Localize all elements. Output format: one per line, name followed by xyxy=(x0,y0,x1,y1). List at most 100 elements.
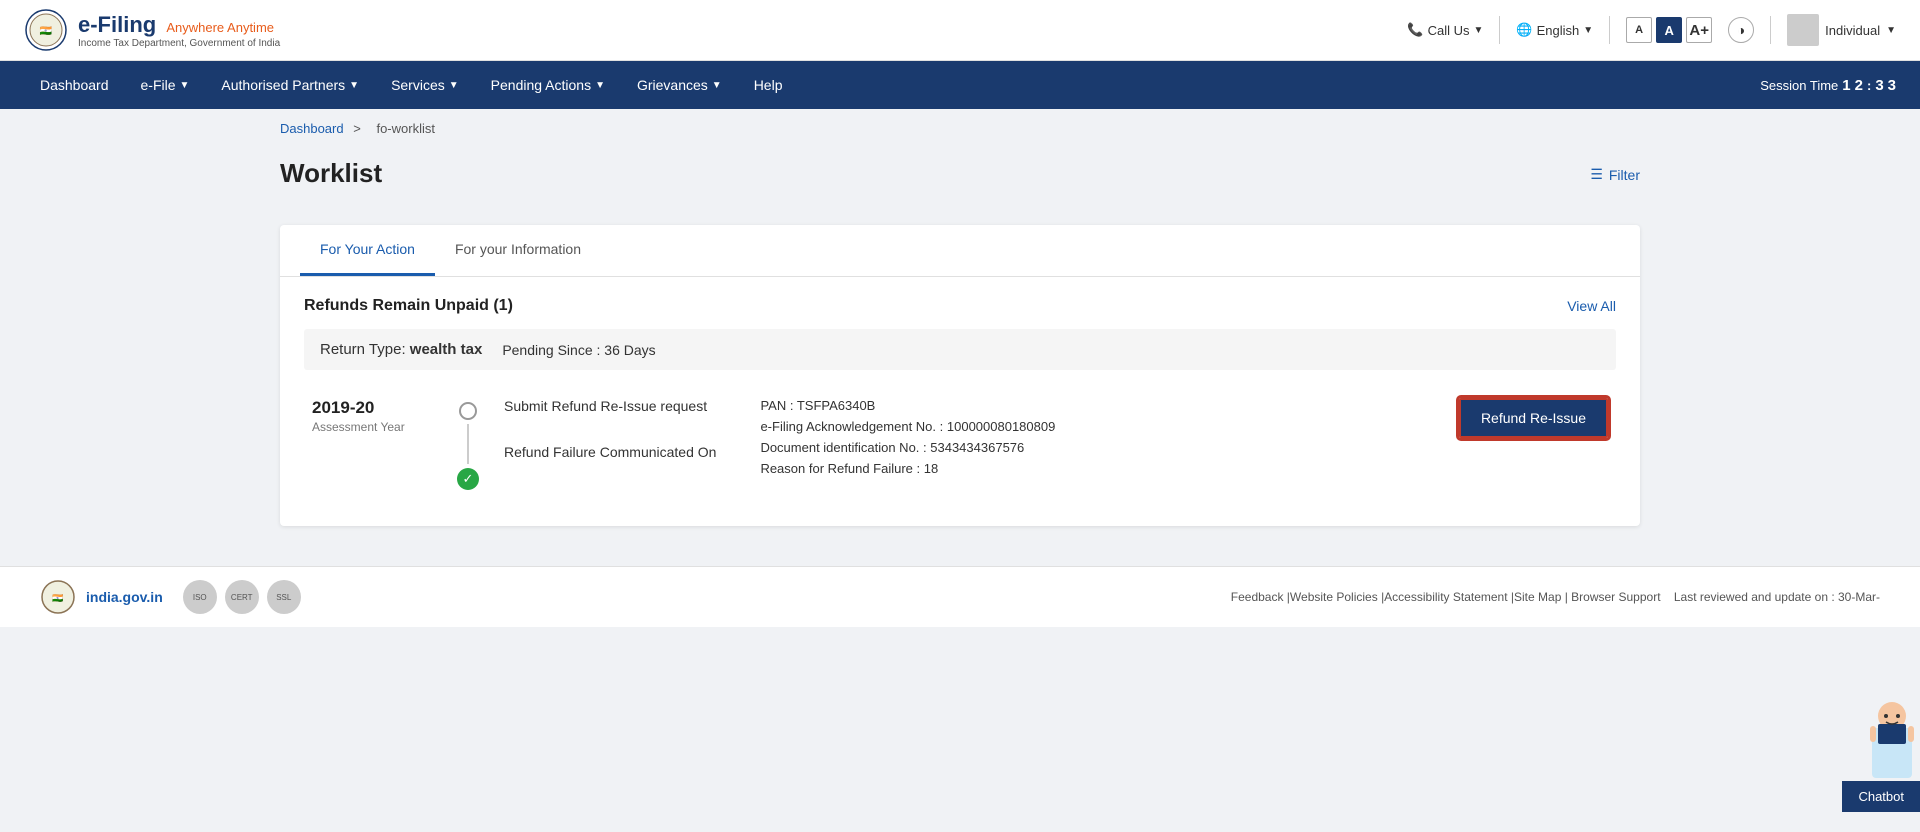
language-label: English xyxy=(1537,23,1580,38)
svg-text:🇮🇳: 🇮🇳 xyxy=(52,593,63,603)
chevron-down-icon: ▼ xyxy=(180,80,190,91)
reason-value: 18 xyxy=(924,461,938,476)
pan-label: PAN : xyxy=(760,398,793,413)
doc-id-line: Document identification No. : 5343434367… xyxy=(760,440,1435,455)
steps-area: Submit Refund Re-Issue request Refund Fa… xyxy=(504,398,716,460)
breadcrumb-home[interactable]: Dashboard xyxy=(280,121,344,136)
chatbot-avatar-icon xyxy=(1864,698,1920,778)
step1-label: Submit Refund Re-Issue request xyxy=(504,398,716,414)
page-title: Worklist xyxy=(280,158,382,189)
chatbot-button[interactable]: Chatbot xyxy=(1842,781,1920,812)
pending-since-label: Pending Since : xyxy=(502,342,600,358)
logo-efiling: e-Filing xyxy=(78,12,156,37)
year-area: 2019-20 Assessment Year xyxy=(312,398,432,434)
footer-badges: ISO CERT SSL xyxy=(183,580,301,614)
view-all-link[interactable]: View All xyxy=(1567,298,1616,314)
pan-line: PAN : TSFPA6340B xyxy=(760,398,1435,413)
session-time: Session Time 1 2 : 3 3 xyxy=(1760,77,1896,94)
filter-btn[interactable]: ☰ Filter xyxy=(1590,166,1640,183)
breadcrumb-separator: > xyxy=(353,121,361,136)
footer-bar: 🇮🇳 india.gov.in ISO CERT SSL Feedback |W… xyxy=(0,566,1920,627)
nav-bar: Dashboard e-File ▼ Authorised Partners ▼… xyxy=(0,61,1920,109)
doc-id-label: Document identification No. : xyxy=(760,440,926,455)
timeline: ✓ xyxy=(456,402,480,490)
return-type-value: wealth tax xyxy=(410,341,483,358)
nav-dashboard-label: Dashboard xyxy=(40,77,109,93)
nav-dashboard[interactable]: Dashboard xyxy=(24,61,125,109)
section-header: Refunds Remain Unpaid (1) View All xyxy=(304,297,1616,315)
logo-sub: Income Tax Department, Government of Ind… xyxy=(78,38,280,49)
user-area[interactable]: Individual ▼ xyxy=(1787,14,1896,46)
step2-label: Refund Failure Communicated On xyxy=(504,444,716,460)
user-name: Individual xyxy=(1825,23,1880,38)
nav-services[interactable]: Services ▼ xyxy=(375,61,475,109)
refund-reissue-button[interactable]: Refund Re-Issue xyxy=(1459,398,1608,438)
breadcrumb-current: fo-worklist xyxy=(376,121,435,136)
divider xyxy=(1609,16,1610,44)
call-us-btn[interactable]: 📞 Call Us ▼ xyxy=(1407,22,1483,38)
footer-last-reviewed: Last reviewed and update on : 30-Mar- xyxy=(1674,590,1880,604)
svg-text:🇮🇳: 🇮🇳 xyxy=(40,25,53,37)
globe-icon: 🌐 xyxy=(1516,22,1532,38)
font-large-btn[interactable]: A+ xyxy=(1686,17,1712,43)
footer-logos: 🇮🇳 india.gov.in xyxy=(40,579,163,615)
breadcrumb: Dashboard > fo-worklist xyxy=(0,109,1920,148)
nav-grievances[interactable]: Grievances ▼ xyxy=(621,61,738,109)
chevron-down-icon: ▼ xyxy=(595,80,605,91)
phone-icon: 📞 xyxy=(1407,22,1423,38)
main-content: Worklist ☰ Filter For Your Action For yo… xyxy=(0,148,1920,566)
footer-links: Feedback |Website Policies |Accessibilit… xyxy=(1231,590,1661,604)
avatar xyxy=(1787,14,1819,46)
reason-label: Reason for Refund Failure : xyxy=(760,461,920,476)
assessment-label: Assessment Year xyxy=(312,420,432,434)
chatbot-area: Chatbot xyxy=(1842,698,1920,812)
logo-text: e-Filing Anywhere Anytime Income Tax Dep… xyxy=(78,12,280,49)
language-selector[interactable]: 🌐 English ▼ xyxy=(1516,22,1593,38)
nav-pending-actions[interactable]: Pending Actions ▼ xyxy=(475,61,621,109)
timeline-step2-check: ✓ xyxy=(457,468,479,490)
nav-grievances-label: Grievances xyxy=(637,77,708,93)
logo-area: 🇮🇳 e-Filing Anywhere Anytime Income Tax … xyxy=(24,8,280,52)
logo-tagline: Anywhere Anytime xyxy=(166,20,274,35)
chevron-down-icon: ▼ xyxy=(1583,25,1593,36)
nav-authorised-partners-label: Authorised Partners xyxy=(221,77,345,93)
assessment-year: 2019-20 xyxy=(312,398,432,418)
info-area: PAN : TSFPA6340B e-Filing Acknowledgemen… xyxy=(760,398,1435,482)
emblem-icon: 🇮🇳 xyxy=(24,8,68,52)
footer-site-name[interactable]: india.gov.in xyxy=(86,589,163,605)
chatbot-avatar-area xyxy=(1864,698,1920,781)
session-digit-3: 3 xyxy=(1875,77,1883,94)
return-row: Return Type: wealth tax Pending Since : … xyxy=(304,329,1616,370)
divider xyxy=(1499,16,1500,44)
return-type-label: Return Type: xyxy=(320,341,406,358)
nav-help[interactable]: Help xyxy=(738,61,799,109)
font-small-btn[interactable]: A xyxy=(1626,17,1652,43)
footer-badge-2: CERT xyxy=(225,580,259,614)
acknowledgement-line: e-Filing Acknowledgement No. : 100000080… xyxy=(760,419,1435,434)
footer-emblem-icon: 🇮🇳 xyxy=(40,579,76,615)
nav-efile[interactable]: e-File ▼ xyxy=(125,61,206,109)
session-time-label: Session Time xyxy=(1760,78,1838,93)
pending-since-value: 36 Days xyxy=(604,342,655,358)
card-body: Refunds Remain Unpaid (1) View All Retur… xyxy=(280,277,1640,526)
nav-authorised-partners[interactable]: Authorised Partners ▼ xyxy=(205,61,375,109)
doc-id-value: 5343434367576 xyxy=(930,440,1024,455)
session-digit-4: 3 xyxy=(1888,77,1896,94)
acknowledgement-label: e-Filing Acknowledgement No. : xyxy=(760,419,943,434)
title-filter-row: Worklist ☰ Filter xyxy=(280,158,1640,209)
acknowledgement-value: 100000080180809 xyxy=(947,419,1055,434)
tab-for-your-information[interactable]: For your Information xyxy=(435,225,601,276)
timeline-step1-circle xyxy=(459,402,477,420)
chevron-down-icon: ▼ xyxy=(1886,25,1896,36)
detail-row: 2019-20 Assessment Year ✓ Submit Refund … xyxy=(304,382,1616,506)
tab-for-your-action[interactable]: For Your Action xyxy=(300,225,435,276)
worklist-card: For Your Action For your Information Ref… xyxy=(280,225,1640,526)
chevron-down-icon: ▼ xyxy=(349,80,359,91)
footer-text: Feedback |Website Policies |Accessibilit… xyxy=(1231,590,1880,604)
contrast-btn[interactable]: ◑ xyxy=(1728,17,1754,43)
font-medium-btn[interactable]: A xyxy=(1656,17,1682,43)
footer-badge-1: ISO xyxy=(183,580,217,614)
footer-badge-3: SSL xyxy=(267,580,301,614)
nav-pending-actions-label: Pending Actions xyxy=(491,77,591,93)
pan-value: TSFPA6340B xyxy=(797,398,876,413)
